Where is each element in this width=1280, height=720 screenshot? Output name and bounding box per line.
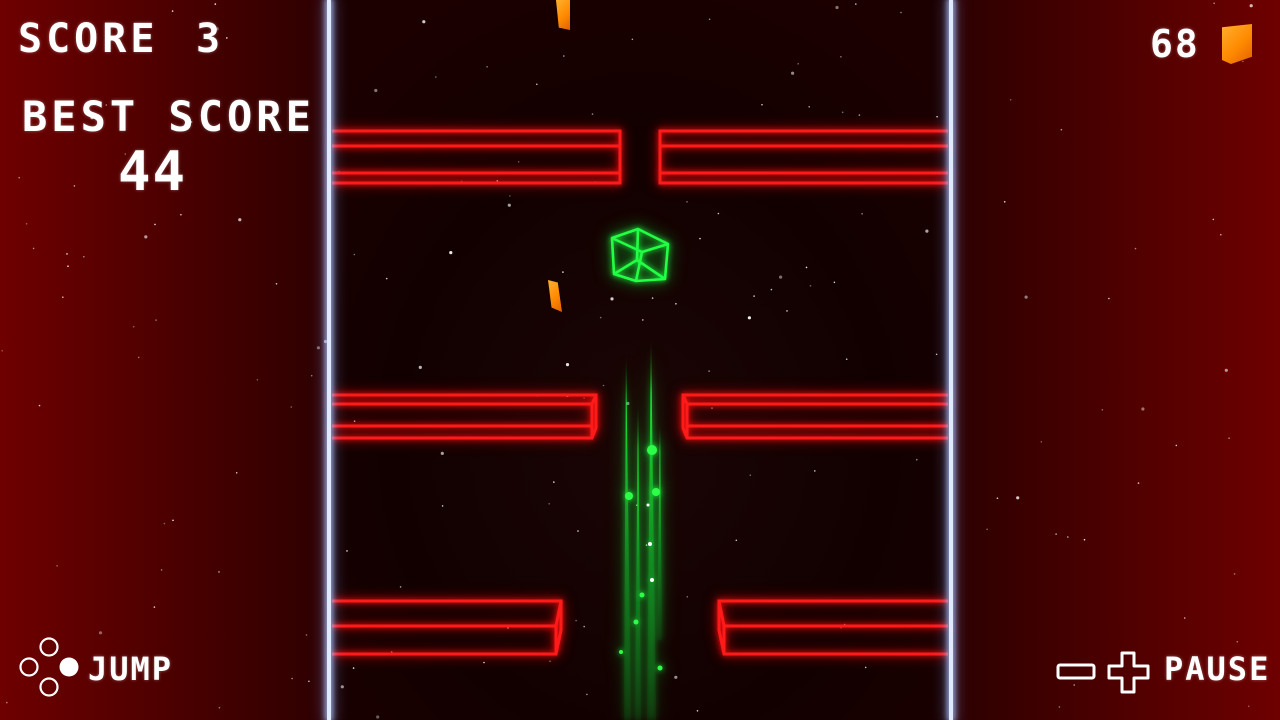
score-value: 3 [196, 16, 225, 62]
left-wall [327, 0, 331, 720]
best-score-label: BEST SCORE [22, 92, 315, 141]
barrier-row-1-left [332, 129, 622, 185]
plus-button-icon[interactable] [1106, 650, 1152, 696]
player-cube [610, 227, 670, 283]
right-wall [949, 0, 953, 720]
pause-label: PAUSE [1164, 650, 1271, 688]
score-label: SCORE [18, 16, 159, 62]
barrier-row-2-right [681, 393, 948, 440]
orange-gem-icon [1222, 24, 1252, 64]
barrier-row-3-left [332, 599, 563, 656]
best-score-value: 44 [118, 140, 188, 203]
minus-button-icon[interactable] [1056, 650, 1098, 694]
coin-count: 68 [1150, 22, 1200, 66]
face-buttons-icon[interactable] [18, 636, 82, 698]
barrier-row-2-left [332, 393, 598, 440]
barrier-row-1-right [658, 129, 948, 185]
barrier-row-3-right [717, 599, 948, 656]
jump-label: JUMP [88, 650, 174, 688]
game-screen[interactable]: SCORE 3 BEST SCORE 44 68 JUMP PAUSE [0, 0, 1280, 720]
